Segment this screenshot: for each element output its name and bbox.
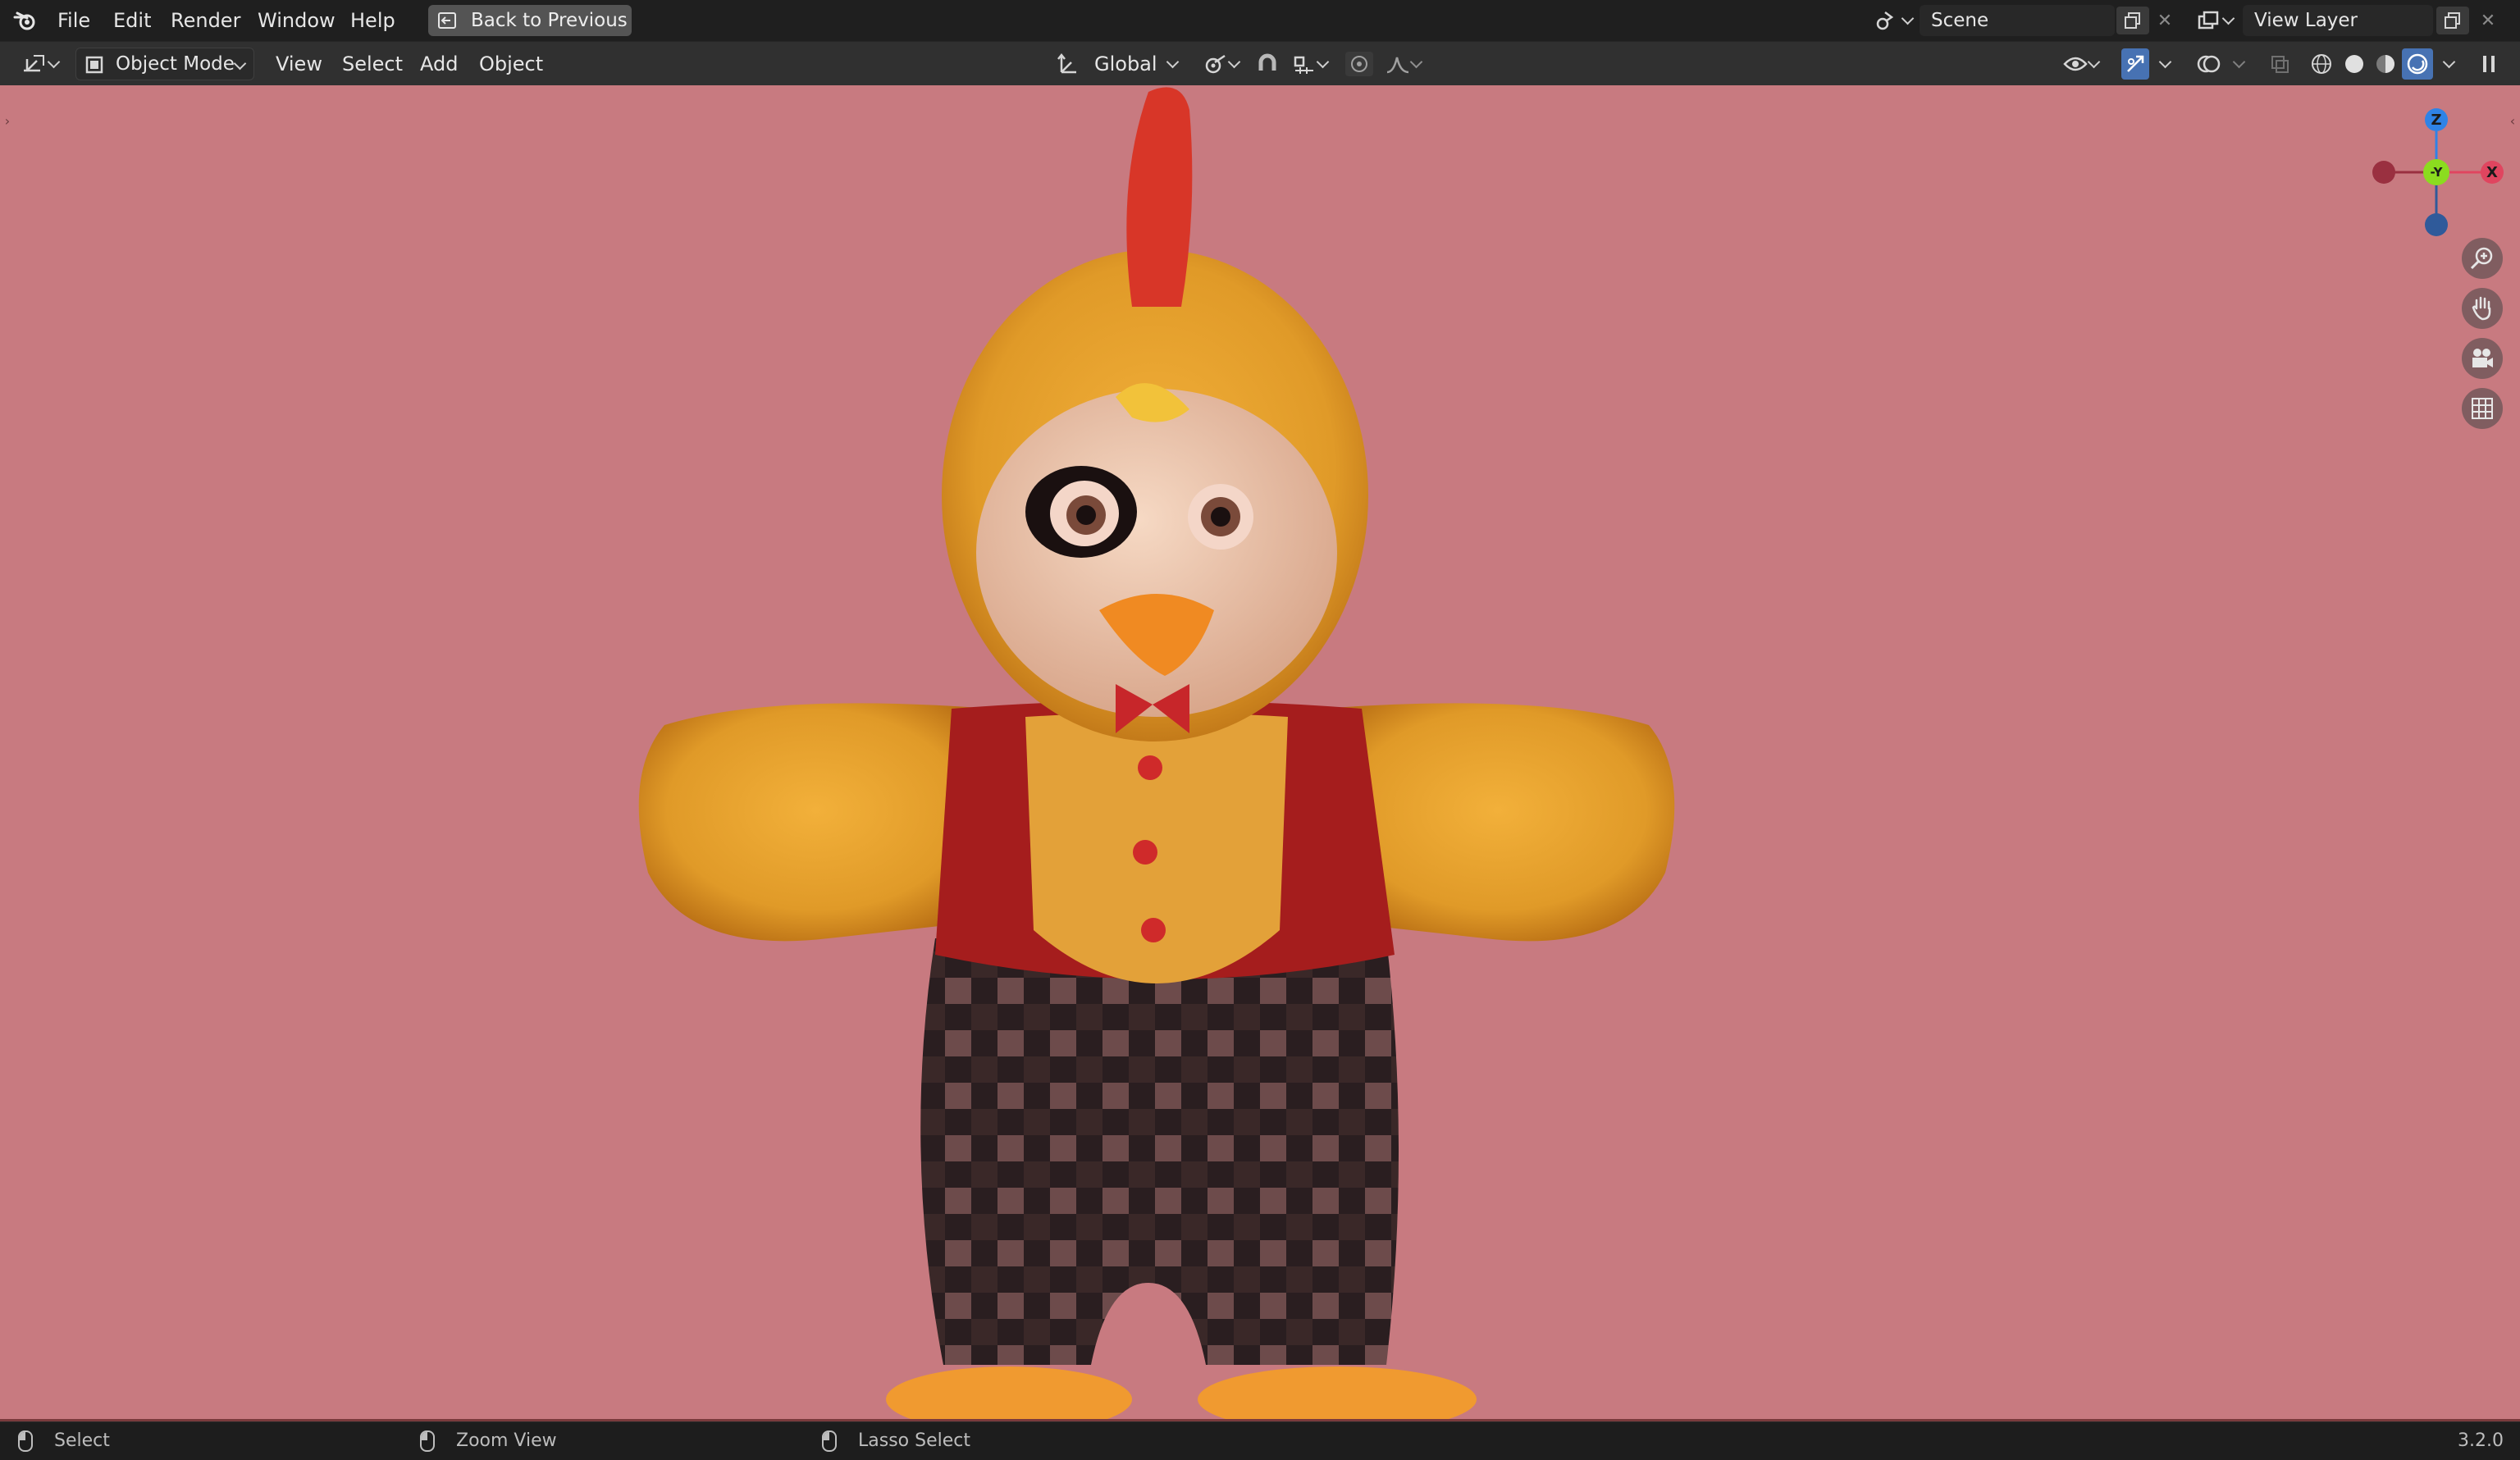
- scene-selector-icon[interactable]: [1872, 7, 1915, 34]
- view-layer-selector-icon[interactable]: [2192, 7, 2238, 34]
- menu-render[interactable]: Render: [171, 0, 240, 41]
- menu-add[interactable]: Add: [420, 42, 458, 86]
- material-shading-icon[interactable]: [2371, 50, 2400, 78]
- menu-window[interactable]: Window: [258, 0, 336, 41]
- scene-name: Scene: [1931, 10, 1989, 31]
- status-select: Select: [54, 1430, 110, 1451]
- toolbar-expand-icon[interactable]: ›: [2, 110, 13, 131]
- pivot-point-icon[interactable]: [1198, 52, 1244, 76]
- top-menu-bar: File Edit Render Window Help Back to Pre…: [0, 0, 2520, 41]
- grid-ortho-icon[interactable]: [2462, 388, 2503, 429]
- status-bar: Select Zoom View Lasso Select 3.2.0: [0, 1421, 2520, 1460]
- scene-name-field[interactable]: Scene: [1920, 5, 2115, 36]
- gizmo-neg-x-axis[interactable]: [2372, 161, 2395, 184]
- new-view-layer-icon[interactable]: [2436, 7, 2469, 34]
- proportional-edit-icon[interactable]: [1345, 52, 1373, 76]
- menu-help[interactable]: Help: [350, 0, 395, 41]
- gizmo-y-label: -Y: [2430, 165, 2443, 180]
- gizmo-z-label: Z: [2431, 111, 2442, 129]
- zoom-icon[interactable]: [2462, 238, 2503, 279]
- gizmo-neg-y-axis[interactable]: -Y: [2423, 159, 2449, 185]
- back-to-previous-button[interactable]: Back to Previous: [428, 5, 632, 36]
- gizmo-x-label: X: [2486, 163, 2498, 181]
- object-mode-icon: [83, 53, 106, 76]
- object-mode-dropdown[interactable]: Object Mode: [75, 48, 254, 80]
- camera-icon[interactable]: [2462, 338, 2503, 379]
- gizmo-x-axis[interactable]: X: [2481, 161, 2504, 184]
- 3d-view-editor-icon[interactable]: [15, 50, 66, 78]
- back-arrow-icon: [436, 10, 458, 31]
- object-mode-label: Object Mode: [116, 53, 235, 75]
- blender-version: 3.2.0: [2458, 1430, 2504, 1451]
- view-layer-name-field[interactable]: View Layer: [2243, 5, 2433, 36]
- view-layer-name: View Layer: [2254, 10, 2358, 31]
- 3d-viewport[interactable]: › ‹ Z X -Y: [0, 85, 2520, 1421]
- delete-scene-icon[interactable]: ✕: [2151, 7, 2179, 34]
- delete-view-layer-icon[interactable]: ✕: [2474, 7, 2502, 34]
- eye-icon[interactable]: [2056, 52, 2105, 76]
- left-mouse-icon: [18, 1430, 33, 1452]
- hand-pan-icon[interactable]: [2462, 288, 2503, 329]
- rendered-shading-icon[interactable]: [2402, 48, 2433, 80]
- overlays-icon[interactable]: [2194, 50, 2223, 78]
- menu-select[interactable]: Select: [342, 42, 403, 86]
- menu-file[interactable]: File: [57, 0, 90, 41]
- menu-edit[interactable]: Edit: [113, 0, 151, 41]
- viewport-header: Object Mode View Select Add Object Globa…: [0, 41, 2520, 86]
- solid-shading-icon[interactable]: [2340, 50, 2369, 78]
- chevron-down-icon[interactable]: [1165, 57, 1180, 71]
- gizmo-z-axis[interactable]: Z: [2425, 108, 2448, 131]
- pause-render-icon[interactable]: [2474, 50, 2504, 78]
- xray-toggle-icon[interactable]: [2266, 52, 2294, 76]
- rendered-chicken-character: [638, 87, 1675, 1419]
- menu-view[interactable]: View: [276, 42, 322, 86]
- wireframe-shading-icon[interactable]: [2307, 50, 2336, 78]
- gizmo-toggle-icon[interactable]: [2121, 48, 2149, 80]
- sidebar-expand-icon[interactable]: ‹: [2507, 110, 2518, 131]
- orientation-label[interactable]: Global: [1094, 42, 1157, 86]
- menu-object[interactable]: Object: [479, 42, 543, 86]
- magnet-snap-icon[interactable]: [1253, 52, 1281, 76]
- chevron-down-icon[interactable]: [2441, 57, 2456, 71]
- new-scene-icon[interactable]: [2116, 7, 2149, 34]
- status-zoom-view: Zoom View: [456, 1430, 557, 1451]
- chevron-down-icon: [232, 58, 247, 73]
- snap-target-icon[interactable]: [1285, 52, 1334, 76]
- gizmo-neg-z-axis[interactable]: [2425, 213, 2448, 236]
- transform-orientation-icon[interactable]: [1055, 52, 1081, 76]
- chevron-down-icon[interactable]: [2157, 57, 2172, 71]
- chevron-down-icon[interactable]: [2231, 57, 2246, 71]
- back-to-previous-label: Back to Previous: [471, 10, 628, 31]
- status-lasso-select: Lasso Select: [858, 1430, 970, 1451]
- middle-mouse-icon: [420, 1430, 435, 1452]
- blender-logo-icon[interactable]: [11, 8, 39, 33]
- navigation-gizmo[interactable]: Z X -Y: [2371, 105, 2504, 236]
- proportional-falloff-icon[interactable]: [1378, 52, 1427, 76]
- right-mouse-icon: [822, 1430, 837, 1452]
